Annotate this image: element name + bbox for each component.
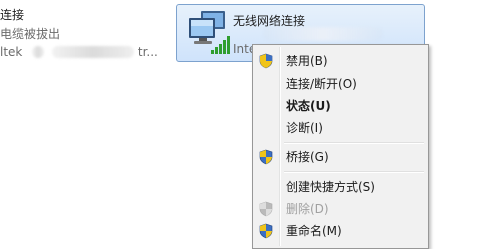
uac-shield-icon: [259, 53, 273, 69]
menu-item-label: 诊断(I): [286, 121, 323, 135]
uac-shield-icon: [259, 149, 273, 165]
network-connection-item-wired[interactable]: 连接 电缆被拔出 ltek tr...: [0, 0, 170, 62]
network-connections-window: 连接 电缆被拔出 ltek tr... 无线网络连接 Inte 禁用(B) 连接…: [0, 0, 483, 249]
menu-item-create-shortcut[interactable]: 创建快捷方式(S): [255, 176, 426, 198]
menu-item-rename[interactable]: 重命名(M): [255, 220, 426, 242]
connection-adapter: ltek tr...: [0, 45, 158, 59]
menu-item-disable[interactable]: 禁用(B): [255, 50, 426, 72]
menu-item-label: 连接/断开(O): [286, 77, 357, 91]
menu-item-delete: 删除(D): [255, 198, 426, 220]
redacted-text: [52, 46, 135, 58]
menu-item-label: 桥接(G): [286, 150, 329, 164]
menu-item-label: 删除(D): [286, 202, 329, 216]
menu-item-label: 状态(U): [286, 99, 331, 113]
uac-shield-icon: [259, 223, 273, 239]
redacted-text: [32, 46, 45, 58]
menu-item-label: 创建快捷方式(S): [286, 180, 375, 194]
menu-item-diagnose[interactable]: 诊断(I): [255, 117, 426, 139]
menu-item-status[interactable]: 状态(U): [255, 95, 426, 117]
menu-item-connect-disconnect[interactable]: 连接/断开(O): [255, 73, 426, 95]
menu-item-label: 重命名(M): [286, 224, 342, 238]
adapter-name-prefix: ltek: [0, 45, 23, 59]
context-menu: 禁用(B) 连接/断开(O) 状态(U) 诊断(I) 桥接(G) 创建快捷方式(…: [252, 44, 429, 249]
uac-shield-icon: [259, 201, 273, 217]
menu-item-bridge[interactable]: 桥接(G): [255, 146, 426, 168]
menu-separator: [284, 171, 424, 173]
redacted-text: [263, 27, 383, 41]
menu-separator: [284, 142, 424, 144]
menu-item-label: 禁用(B): [286, 54, 328, 68]
connection-name: 连接: [0, 8, 25, 22]
wireless-network-icon: [189, 11, 230, 54]
connection-status: 电缆被拔出: [0, 27, 61, 41]
adapter-name-suffix: tr...: [137, 45, 158, 59]
